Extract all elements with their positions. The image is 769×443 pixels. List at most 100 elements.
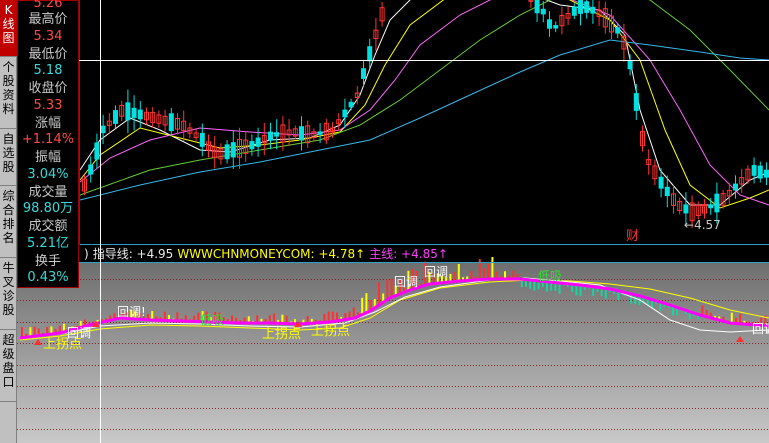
candle-body-down — [137, 109, 143, 120]
candle-body-down — [274, 132, 280, 137]
tab-label-char: K — [4, 3, 13, 17]
tab-kline[interactable]: K线图 — [0, 0, 17, 57]
info-label: 振幅 — [34, 150, 61, 165]
tab-label-char: 自 — [2, 132, 15, 146]
tab-label-char: 股 — [2, 160, 15, 174]
candle-body-down — [224, 144, 230, 160]
kline-panel[interactable] — [79, 0, 769, 245]
candle-body-down — [534, 0, 540, 14]
candle-body-down — [249, 141, 255, 150]
candle-body-down — [540, 8, 546, 15]
low-suck-label: 低吸 — [200, 313, 225, 327]
low-price-marker: ←4.57 — [684, 218, 721, 232]
candle-body-down — [317, 131, 323, 135]
tab-stock-profile[interactable]: 个股资料 — [0, 57, 17, 129]
candle-body-down — [168, 113, 174, 132]
tab-label-char: 叉 — [2, 275, 15, 289]
tab-label-char: 排 — [2, 217, 15, 231]
tab-label-char: 超 — [2, 333, 15, 347]
sidebar: K线图 个股资料 自选股 综合排名 牛叉诊股 超级盘口 — [0, 0, 17, 443]
info-label: 最低价 — [28, 46, 68, 62]
info-value: 5.33 — [33, 97, 63, 113]
tab-label-char: 合 — [2, 203, 15, 217]
main-line-value: 主线: +4.85↑ — [369, 247, 448, 261]
info-label: 涨幅 — [34, 115, 61, 131]
tab-label-char: 股 — [2, 303, 15, 317]
candle-body-down — [230, 142, 236, 158]
guide-line-value: 指导线: +4.95 — [92, 247, 174, 261]
site-line-value: WWWCHNMONEYCOM: +4.78↑ — [177, 247, 366, 261]
candle-body-down — [571, 6, 577, 16]
low-suck-label: 低吸 — [538, 269, 563, 283]
info-label: 收盘价 — [28, 81, 68, 96]
candle-body-down — [658, 176, 664, 189]
candle-body-down — [764, 169, 769, 178]
candle-body-down — [299, 126, 304, 141]
info-value: 0.43% — [27, 270, 69, 285]
tab-label-char: 牛 — [2, 261, 15, 275]
tab-label-char: 资 — [2, 88, 15, 102]
turn-point-label: 上拐点 — [311, 324, 351, 339]
candle-body-down — [100, 125, 106, 134]
indicator-title: ) 指导线: +4.95 WWWCHNMONEYCOM: +4.78↑ 主线: +4.… — [84, 247, 452, 261]
info-value: 3.04% — [27, 166, 69, 182]
tab-label-char: 线 — [2, 17, 15, 31]
info-value: 5.18 — [33, 63, 63, 78]
tab-label-char: 诊 — [2, 289, 15, 303]
turn-point-label: 上拐点 — [262, 327, 302, 342]
info-label: 成交量 — [28, 184, 68, 200]
tab-label-char: 级 — [2, 347, 15, 361]
candle-body-down — [615, 27, 621, 34]
chart-canvas — [0, 0, 769, 443]
prev-value: 5.26 — [33, 0, 63, 11]
candle-body-down — [751, 165, 757, 176]
tab-label-char: 口 — [2, 375, 15, 389]
candle-body-down — [125, 102, 131, 121]
candle-body-down — [633, 93, 639, 111]
tab-label-char: 料 — [2, 102, 15, 116]
tab-label-char: 个 — [2, 60, 15, 74]
tab-label-char: 综 — [2, 189, 15, 203]
tab-label-char: 盘 — [2, 361, 15, 375]
tab-label-char: 名 — [2, 231, 15, 245]
info-label: 换手 — [34, 253, 61, 269]
candle-body-down — [547, 19, 552, 29]
pullback-label: 回调 — [394, 275, 419, 289]
candle-body-down — [361, 68, 366, 79]
candle-body-down — [683, 204, 689, 214]
info-value: 98.80万 — [22, 201, 74, 216]
pullback-label: 回调 — [67, 326, 92, 340]
info-value: 5.34 — [33, 28, 63, 44]
tab-super-tape[interactable]: 超级盘口 — [0, 330, 17, 402]
candle-body-down — [94, 142, 100, 160]
info-label: 最高价 — [28, 12, 68, 27]
low-price-value: 4.57 — [694, 218, 721, 232]
pullback-label: 回调 — [752, 322, 769, 336]
pullback-label: 回调 — [424, 265, 449, 279]
candle-body-down — [757, 165, 763, 179]
indicator-panel[interactable] — [17, 262, 769, 443]
candle-body-down — [584, 1, 590, 13]
info-label: 成交额 — [28, 219, 68, 234]
pullback-label: 回调! — [117, 305, 146, 319]
candle-body-down — [590, 6, 596, 14]
tab-label-char: 股 — [2, 74, 15, 88]
candle-body-down — [268, 131, 273, 141]
candle-body-down — [578, 0, 583, 14]
candle-body-down — [664, 186, 670, 197]
candle-body-down — [553, 25, 559, 29]
candle-body-down — [714, 193, 720, 213]
candle-body-down — [708, 204, 714, 209]
candle-body-down — [199, 132, 205, 147]
price-info-panel: 5.26 最高价 5.34 最低价 5.18 收盘价 5.33 涨幅 +1.14% 振幅 3.04… — [17, 0, 79, 288]
candle-body-down — [367, 46, 373, 62]
candle-body-down — [113, 110, 118, 124]
tab-label-char: 图 — [2, 31, 15, 45]
info-value: 5.21亿 — [27, 235, 69, 251]
candle-body-down — [627, 60, 633, 70]
tab-ranking[interactable]: 综合排名 — [0, 186, 17, 258]
title-prefix: ) — [84, 247, 89, 261]
tab-watchlist[interactable]: 自选股 — [0, 129, 17, 186]
tab-diagnosis[interactable]: 牛叉诊股 — [0, 258, 17, 330]
candle-body-down — [255, 137, 261, 147]
